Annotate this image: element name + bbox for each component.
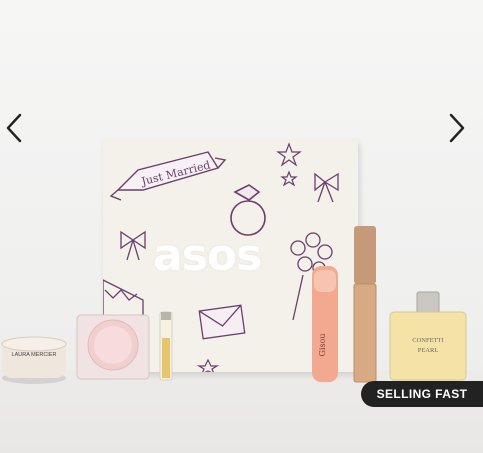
selling-fast-badge: SELLING FAST xyxy=(361,381,483,407)
highlighter-compact xyxy=(76,314,150,380)
perfume-name-line1: CONFETTI xyxy=(412,337,443,344)
gloss-brand-text: Gisou xyxy=(318,333,327,356)
powder-brand-text: LAURA MERCIER xyxy=(12,352,57,358)
mascara xyxy=(353,226,377,383)
product-image-stage: Just Married asos LAURA MERCIER Gisou CO… xyxy=(0,0,483,453)
perfume-bottle: CONFETTI PEARL xyxy=(389,291,467,381)
perfume-sample-vial xyxy=(159,311,173,381)
perfume-name-line2: PEARL xyxy=(418,347,439,354)
powder-pot: LAURA MERCIER xyxy=(1,336,67,384)
lip-gloss: Gisou xyxy=(312,266,338,382)
